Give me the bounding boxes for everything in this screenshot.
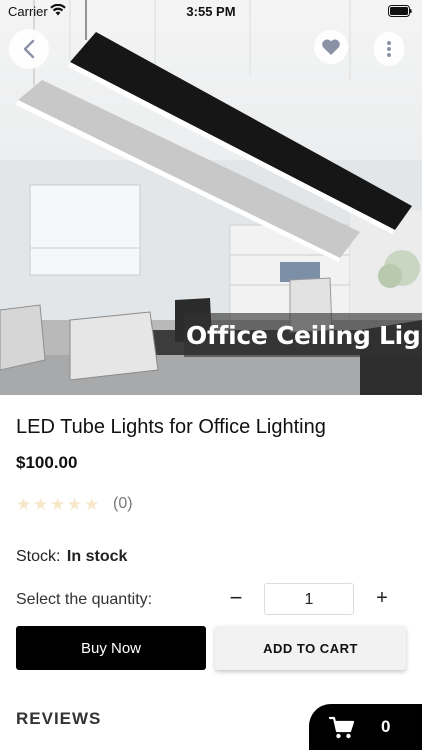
star-icon: ★ xyxy=(67,494,83,514)
product-image: Office Ceiling Light xyxy=(0,0,422,395)
product-price: $100.00 xyxy=(16,453,78,472)
battery-icon xyxy=(388,5,412,17)
rating-count: (0) xyxy=(113,495,133,512)
star-icon: ★ xyxy=(84,494,100,514)
status-bar: Carrier 3:55 PM xyxy=(0,0,422,22)
more-options-button[interactable] xyxy=(374,32,404,66)
quantity-increment-button[interactable]: + xyxy=(370,585,394,613)
stock-value: In stock xyxy=(66,548,128,565)
cart-button[interactable]: 0 xyxy=(309,704,422,750)
status-time: 3:55 PM xyxy=(186,4,236,19)
star-icon: ★ xyxy=(50,494,66,514)
reviews-heading: REVIEWS xyxy=(16,709,102,728)
rating[interactable]: ★ ★ ★ ★ ★ (0) xyxy=(16,494,133,514)
favorite-button[interactable] xyxy=(314,30,348,64)
product-title: LED Tube Lights for Office Lighting xyxy=(16,416,326,438)
cart-count: 0 xyxy=(381,717,391,736)
shopping-cart-icon xyxy=(329,716,355,739)
more-vertical-icon xyxy=(387,41,391,57)
quantity-label: Select the quantity: xyxy=(16,591,153,608)
star-icon: ★ xyxy=(16,494,32,514)
star-icon: ★ xyxy=(33,494,49,514)
add-to-cart-button[interactable]: ADD TO CART xyxy=(215,626,406,670)
image-caption: Office Ceiling Light xyxy=(184,313,422,357)
stock-status: Stock: In stock xyxy=(16,548,127,566)
chevron-left-icon xyxy=(23,39,35,59)
quantity-decrement-button[interactable]: − xyxy=(224,585,248,613)
back-button[interactable] xyxy=(9,29,49,69)
stock-label: Stock: xyxy=(16,548,61,565)
buy-now-button[interactable]: Buy Now xyxy=(16,626,206,670)
heart-icon xyxy=(322,39,340,55)
quantity-input[interactable]: 1 xyxy=(264,583,354,615)
